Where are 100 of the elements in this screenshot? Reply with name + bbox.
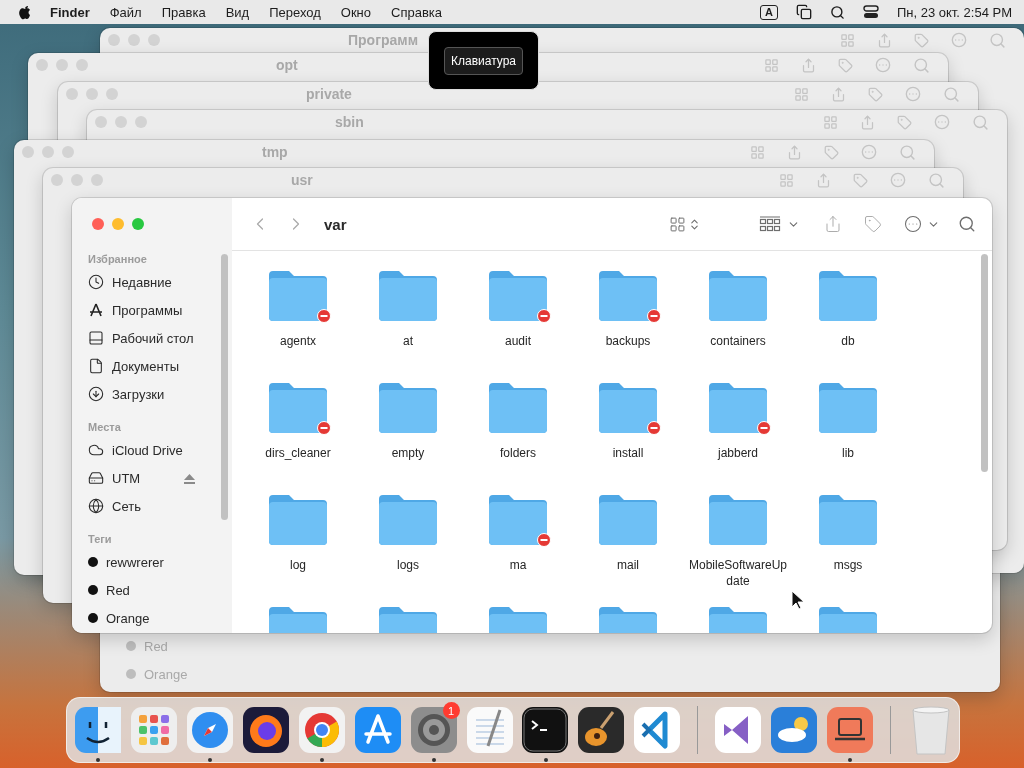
more-icon[interactable] (903, 215, 922, 233)
sidebar-item[interactable]: iCloud Drive (112, 442, 183, 458)
menu-item[interactable]: Справка (381, 4, 452, 20)
terminal-icon[interactable] (521, 706, 570, 754)
window-control[interactable] (22, 146, 34, 158)
menu-item[interactable]: Правка (151, 4, 216, 20)
icon-view-icon[interactable] (840, 32, 855, 48)
ring-logo-icon[interactable] (297, 706, 346, 754)
window-control[interactable] (108, 34, 120, 46)
folder-icon[interactable] (267, 381, 329, 433)
folder-name[interactable]: dirs_cleaner (246, 445, 350, 461)
icon-view-icon[interactable] (823, 114, 838, 130)
group-view-icon[interactable] (758, 216, 781, 232)
folder-name[interactable]: log (246, 557, 350, 573)
folder-icon[interactable] (487, 381, 549, 433)
tag-icon[interactable] (914, 32, 929, 48)
eject-icon[interactable] (184, 474, 195, 484)
window-control[interactable] (62, 146, 74, 158)
share-icon[interactable] (877, 32, 892, 48)
minimize-button[interactable] (112, 218, 124, 230)
guitar-icon[interactable] (577, 706, 626, 754)
window-control[interactable] (135, 116, 147, 128)
laptop-icon[interactable] (826, 706, 875, 754)
tag-icon[interactable] (853, 172, 868, 188)
window-control[interactable] (115, 116, 127, 128)
cloud-sun-icon[interactable] (770, 706, 819, 754)
sidebar-item[interactable]: Red (106, 582, 130, 598)
window-control[interactable] (106, 88, 118, 100)
input-source-indicator[interactable]: A (760, 4, 778, 20)
window-control[interactable] (42, 146, 54, 158)
folder-icon[interactable] (817, 493, 879, 545)
folder-name[interactable]: msgs (796, 557, 900, 573)
folder-name[interactable]: at (356, 333, 460, 349)
app-menu[interactable]: Finder (40, 4, 100, 20)
scrollbar[interactable] (221, 254, 228, 520)
window-control[interactable] (56, 59, 68, 71)
menu-item[interactable]: Переход (259, 4, 331, 20)
menu-bar-clock[interactable]: Пн, 23 окт. 2:54 PM (896, 4, 1012, 20)
folder-name[interactable]: install (576, 445, 680, 461)
window-control[interactable] (51, 174, 63, 186)
folder-icon[interactable] (817, 269, 879, 321)
folder-name[interactable]: backups (576, 333, 680, 349)
folder-icon[interactable] (597, 493, 659, 545)
folder-icon[interactable] (707, 381, 769, 433)
folder-icon[interactable] (377, 269, 439, 321)
window-control[interactable] (86, 88, 98, 100)
gear-icon[interactable] (409, 706, 458, 754)
window-control[interactable] (128, 34, 140, 46)
share-icon[interactable] (787, 144, 802, 160)
share-icon[interactable] (823, 215, 842, 233)
folder-icon[interactable] (707, 493, 769, 545)
tag-icon[interactable] (897, 114, 912, 130)
folder-icon[interactable] (487, 493, 549, 545)
folder-name[interactable]: logs (356, 557, 460, 573)
smiling-face-icon[interactable] (73, 706, 122, 754)
windows-icon[interactable] (795, 4, 812, 20)
folder-name[interactable]: agentx (246, 333, 350, 349)
sidebar-item[interactable]: UTM (112, 470, 141, 486)
compass-icon[interactable] (185, 706, 234, 754)
folder-name[interactable]: MobileSoftwareUpdate (686, 557, 790, 589)
folder-name[interactable]: lib (796, 445, 900, 461)
icon-view-icon[interactable] (764, 57, 779, 73)
sidebar-item[interactable]: Orange (106, 610, 150, 626)
folder-name[interactable]: containers (686, 333, 790, 349)
code-editor-icon[interactable] (633, 706, 682, 754)
menu-item[interactable]: Вид (215, 4, 260, 20)
share-icon[interactable] (860, 114, 875, 130)
menu-item[interactable]: Файл (99, 4, 152, 20)
tag-icon[interactable] (863, 215, 882, 233)
search-icon[interactable] (829, 4, 845, 20)
scrollbar[interactable] (981, 254, 988, 472)
folder-name[interactable]: empty (356, 445, 460, 461)
icon-view-icon[interactable] (794, 86, 809, 102)
sidebar-item[interactable]: Программы (112, 302, 183, 318)
folder-name[interactable]: ma (466, 557, 570, 573)
window-control[interactable] (66, 88, 78, 100)
tag-icon[interactable] (824, 144, 839, 160)
folder-icon[interactable] (267, 269, 329, 321)
sidebar-item[interactable]: Рабочий стол (112, 330, 194, 346)
toggles-icon[interactable] (862, 4, 879, 20)
zoom-button[interactable] (132, 218, 144, 230)
folder-icon[interactable] (377, 381, 439, 433)
sidebar-item[interactable]: Сеть (112, 498, 141, 514)
window-control[interactable] (71, 174, 83, 186)
share-icon[interactable] (831, 86, 846, 102)
app-grid-icon[interactable] (129, 706, 178, 754)
fox-globe-icon[interactable] (241, 706, 290, 754)
window-control[interactable] (76, 59, 88, 71)
folder-name[interactable]: mail (576, 557, 680, 573)
window-control[interactable] (36, 59, 48, 71)
window-control[interactable] (148, 34, 160, 46)
menu-item[interactable]: Окно (330, 4, 381, 20)
share-icon[interactable] (801, 57, 816, 73)
folder-icon[interactable] (597, 381, 659, 433)
tag-icon[interactable] (838, 57, 853, 73)
icon-view-icon[interactable] (779, 172, 794, 188)
folder-icon[interactable] (487, 269, 549, 321)
folder-icon[interactable] (817, 381, 879, 433)
folder-icon[interactable] (377, 493, 439, 545)
sidebar-item[interactable]: rewwrerer (106, 554, 164, 570)
